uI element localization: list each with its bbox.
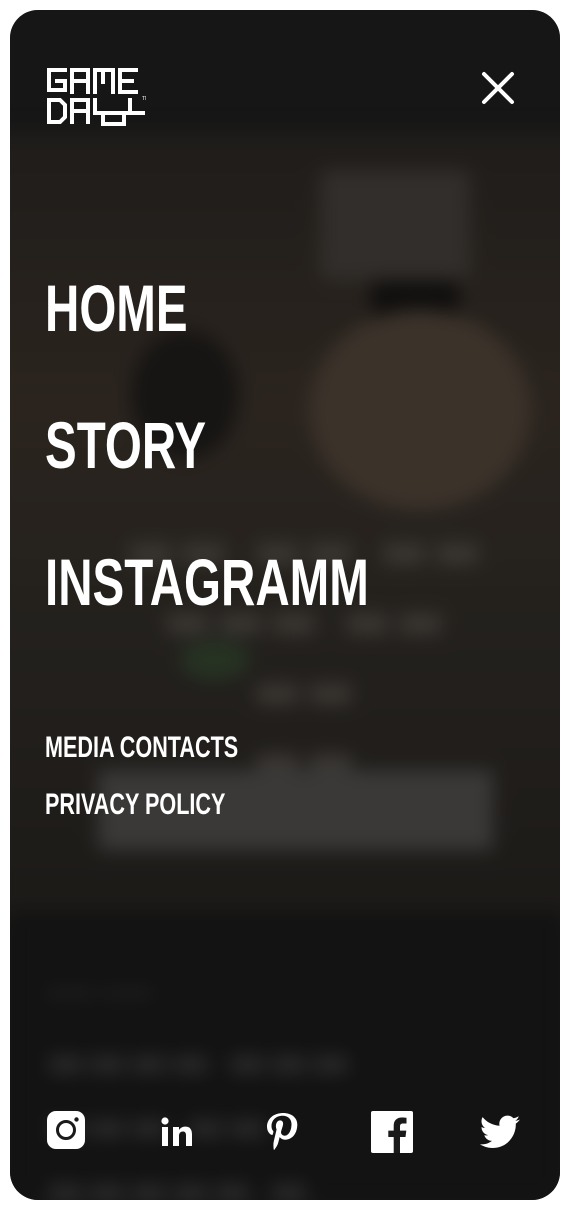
pinterest-icon	[267, 1113, 298, 1150]
twitter-icon	[479, 1115, 520, 1148]
gameday-logo[interactable]: TM	[46, 68, 149, 126]
social-links	[46, 1110, 526, 1154]
close-icon	[482, 72, 514, 104]
menu-item-privacy-policy: PRIVACY POLICY	[45, 785, 313, 842]
secondary-navigation: MEDIA CONTACTS PRIVACY POLICY	[45, 728, 313, 842]
close-menu-button[interactable]	[478, 68, 518, 108]
menu-link-home[interactable]: HOME	[45, 270, 188, 346]
pinterest-link[interactable]	[260, 1110, 304, 1154]
facebook-icon	[371, 1111, 413, 1153]
gameday-logo-mark: TM	[47, 68, 149, 126]
linkedin-icon	[161, 1117, 192, 1146]
menu-item-story: STORY	[45, 407, 495, 544]
menu-item-media-contacts: MEDIA CONTACTS	[45, 728, 313, 785]
mobile-screen: ▬▬ ▬▬ ▬▬▬▬▬ ▬▬ ▬▬▬▬ ▬▬▬ ▬▬▬ ▬▬▬▬ ▬▬▬▬▬▬ …	[10, 10, 560, 1200]
menu-item-home: HOME	[45, 270, 495, 407]
twitter-link[interactable]	[478, 1110, 522, 1154]
menu-item-instagramm: INSTAGRAMM	[45, 544, 495, 681]
menu-link-media-contacts[interactable]: MEDIA CONTACTS	[45, 728, 238, 768]
instagram-link[interactable]	[46, 1110, 90, 1154]
facebook-link[interactable]	[370, 1110, 414, 1154]
svg-text:TM: TM	[142, 96, 146, 102]
primary-navigation: HOME STORY INSTAGRAMM	[45, 270, 495, 681]
instagram-icon	[47, 1111, 85, 1149]
linkedin-link[interactable]	[154, 1110, 198, 1154]
menu-link-story[interactable]: STORY	[45, 407, 206, 483]
menu-link-instagramm[interactable]: INSTAGRAMM	[45, 544, 369, 620]
menu-link-privacy-policy[interactable]: PRIVACY POLICY	[45, 785, 225, 825]
